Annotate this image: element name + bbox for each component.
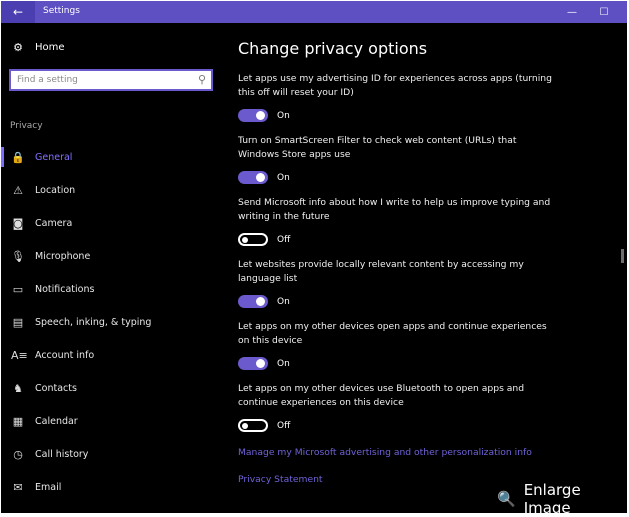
gear-icon: ⚙ [13, 41, 23, 54]
toggle-knob [256, 111, 265, 120]
toggle-switch[interactable] [238, 295, 268, 308]
toggle-state-label: On [277, 358, 290, 369]
camera-icon: ◙ [12, 217, 24, 230]
setting-description: Let apps on my other devices use Bluetoo… [238, 383, 525, 408]
email-icon: ✉ [13, 481, 23, 494]
enlarge-image-overlay[interactable]: 🔍 Enlarge Image [497, 481, 629, 517]
page-title: Change privacy options [238, 39, 428, 58]
sidebar-item-label: General [35, 152, 73, 163]
setting-description: Let apps on my other devices open apps a… [238, 321, 547, 346]
home-label: Home [35, 42, 65, 53]
sidebar-item-general[interactable]: 🔒 General [1, 141, 225, 174]
settings-list: Let apps use my advertising ID for exper… [238, 72, 618, 444]
privacy-setting: Let apps on my other devices use Bluetoo… [238, 382, 618, 444]
sidebar-item-calendar[interactable]: ▦ Calendar [1, 405, 225, 438]
toggle-state-label: Off [277, 234, 291, 245]
setting-description: Turn on SmartScreen Filter to check web … [238, 135, 517, 160]
sidebar-home[interactable]: ⚙ Home [11, 41, 65, 54]
microphone-icon: 🎙 [11, 250, 25, 263]
toggle-state-label: On [277, 110, 290, 121]
back-arrow-icon: ← [12, 5, 24, 19]
enlarge-image-label: Enlarge Image [523, 481, 581, 517]
sidebar-item-account-info[interactable]: A≡ Account info [1, 339, 225, 372]
sidebar: ⚙ Home Find a setting ⚲ Privacy 🔒 General… [1, 23, 225, 513]
privacy-setting: Let apps use my advertising ID for exper… [238, 72, 618, 134]
toggle-knob [242, 236, 248, 243]
privacy-setting: Let websites provide locally relevant co… [238, 258, 618, 320]
maximize-icon: ☐ [599, 6, 609, 18]
toggle-switch[interactable] [238, 171, 268, 184]
notifications-icon: ▭ [12, 283, 24, 296]
toggle-knob [256, 297, 265, 306]
toggle-row: On [238, 295, 290, 308]
toggle-row: On [238, 109, 290, 122]
title-bar: ← Settings — ☐ [1, 1, 627, 23]
toggle-state-label: On [277, 296, 290, 307]
call-history-icon: ◷ [13, 448, 23, 461]
speech-icon: ▤ [12, 316, 24, 329]
privacy-setting: Send Microsoft info about how I write to… [238, 196, 618, 258]
settings-window: ← Settings — ☐ ⚙ Home Find a setting ⚲ P… [1, 1, 627, 513]
magnifier-icon: 🔍 [497, 490, 516, 508]
setting-description: Send Microsoft info about how I write to… [238, 197, 551, 222]
sidebar-item-label: Call history [35, 449, 89, 460]
minimize-button[interactable]: — [559, 1, 585, 23]
sidebar-item-label: Contacts [35, 383, 77, 394]
lock-icon: 🔒 [11, 151, 25, 164]
sidebar-item-label: Email [35, 482, 62, 493]
sidebar-item-label: Notifications [35, 284, 95, 295]
search-input[interactable]: Find a setting ⚲ [9, 69, 213, 91]
sidebar-item-microphone[interactable]: 🎙 Microphone [1, 240, 225, 273]
location-icon: ⚠ [13, 184, 23, 197]
sidebar-item-label: Location [35, 185, 76, 196]
privacy-setting: Let apps on my other devices open apps a… [238, 320, 618, 382]
sidebar-item-contacts[interactable]: ♞ Contacts [1, 372, 225, 405]
sidebar-nav: 🔒 General ⚠ Location ◙ Camera 🎙 Microphone ▭ Noti… [1, 141, 225, 504]
search-icon[interactable]: ⚲ [198, 73, 206, 86]
toggle-knob [256, 173, 265, 182]
toggle-knob [242, 422, 248, 429]
toggle-switch[interactable] [238, 357, 268, 370]
sidebar-item-label: Calendar [35, 416, 78, 427]
sidebar-item-label: Speech, inking, & typing [35, 317, 152, 328]
privacy-statement-link[interactable]: Privacy Statement [238, 474, 323, 485]
calendar-icon: ▦ [12, 415, 24, 428]
minimize-icon: — [567, 6, 577, 18]
sidebar-item-location[interactable]: ⚠ Location [1, 174, 225, 207]
section-label-privacy: Privacy [10, 121, 43, 131]
advertising-info-link[interactable]: Manage my Microsoft advertising and othe… [238, 447, 532, 458]
sidebar-item-label: Camera [35, 218, 73, 229]
toggle-switch[interactable] [238, 109, 268, 122]
toggle-row: Off [238, 233, 290, 246]
setting-description: Let websites provide locally relevant co… [238, 259, 524, 284]
toggle-row: On [238, 357, 290, 370]
account-icon: A≡ [11, 349, 28, 362]
sidebar-item-email[interactable]: ✉ Email [1, 471, 225, 504]
sidebar-item-label: Account info [35, 350, 95, 361]
sidebar-item-speech-inking-typing[interactable]: ▤ Speech, inking, & typing [1, 306, 225, 339]
sidebar-item-notifications[interactable]: ▭ Notifications [1, 273, 225, 306]
setting-description: Let apps use my advertising ID for exper… [238, 73, 552, 98]
toggle-knob [256, 359, 265, 368]
back-button[interactable]: ← [1, 1, 35, 23]
search-placeholder: Find a setting [17, 75, 78, 85]
scrollbar-thumb[interactable] [621, 249, 624, 263]
toggle-state-label: Off [277, 420, 291, 431]
toggle-switch[interactable] [238, 419, 268, 432]
window-title: Settings [43, 6, 80, 16]
sidebar-item-label: Microphone [35, 251, 91, 262]
sidebar-item-call-history[interactable]: ◷ Call history [1, 438, 225, 471]
contacts-icon: ♞ [13, 382, 23, 395]
toggle-switch[interactable] [238, 233, 268, 246]
sidebar-item-camera[interactable]: ◙ Camera [1, 207, 225, 240]
toggle-state-label: On [277, 172, 290, 183]
toggle-row: On [238, 171, 290, 184]
privacy-setting: Turn on SmartScreen Filter to check web … [238, 134, 618, 196]
toggle-row: Off [238, 419, 290, 432]
maximize-button[interactable]: ☐ [591, 1, 617, 23]
